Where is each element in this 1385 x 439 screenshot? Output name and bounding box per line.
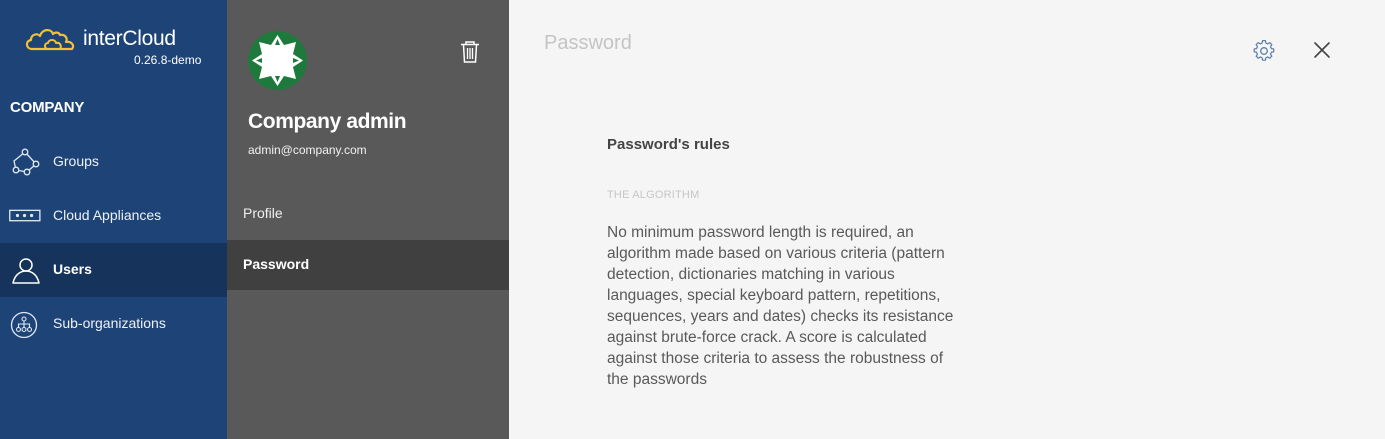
tab-label: Profile: [243, 205, 283, 221]
cloud-logo-icon: [25, 29, 75, 51]
nav-section-title: COMPANY: [10, 99, 85, 116]
user-name: Company admin: [248, 110, 407, 133]
nav-item-cloud-appliances[interactable]: Cloud Appliances: [0, 189, 227, 243]
algorithm-description: No minimum password length is required, …: [607, 224, 954, 388]
nav-item-label: Sub-organizations: [53, 315, 166, 331]
page-title: Password: [544, 32, 632, 54]
user-email: admin@company.com: [248, 143, 367, 157]
nav-item-label: Cloud Appliances: [53, 207, 162, 223]
user-panel: Company admin admin@company.com Profile …: [227, 0, 509, 439]
groups-icon: [12, 148, 40, 176]
tab-password[interactable]: Password: [227, 240, 509, 290]
user-icon: [12, 258, 40, 284]
nav-item-sub-organizations[interactable]: Sub-organizations: [0, 297, 227, 351]
appliance-icon: [9, 209, 41, 222]
algorithm-label: THE ALGORITHM: [607, 189, 700, 201]
password-content: Password Password's rules THE ALGORITHM …: [509, 0, 1385, 439]
main-navigation: interCloud 0.26.8-demo COMPANY Groups Cl…: [0, 0, 227, 439]
app-version: 0.26.8-demo: [134, 53, 202, 67]
avatar: [248, 31, 307, 90]
gear-icon[interactable]: [1253, 40, 1275, 62]
tab-profile[interactable]: Profile: [227, 189, 509, 239]
tab-label: Password: [243, 256, 310, 272]
nav-item-groups[interactable]: Groups: [0, 135, 227, 189]
section-heading: Password's rules: [607, 136, 730, 153]
nav-item-users[interactable]: Users: [0, 243, 227, 297]
sub-organizations-icon: [10, 311, 38, 338]
brand[interactable]: interCloud 0.26.8-demo: [24, 24, 204, 70]
close-icon[interactable]: [1312, 40, 1332, 60]
nav-item-label: Users: [53, 261, 92, 277]
brand-name: interCloud: [83, 27, 176, 50]
nav-item-label: Groups: [53, 153, 99, 169]
trash-icon[interactable]: [460, 41, 480, 63]
